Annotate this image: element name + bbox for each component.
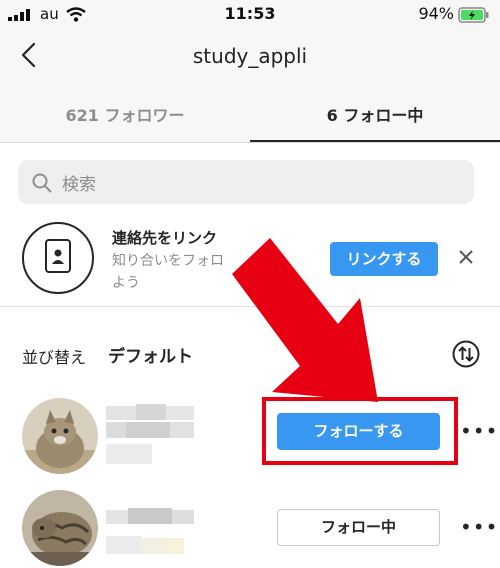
- more-options-icon[interactable]: •••: [460, 421, 498, 441]
- sort-value[interactable]: デフォルト: [108, 342, 193, 367]
- page-title: study_appli: [192, 44, 308, 68]
- contacts-title: 連絡先をリンク: [112, 229, 218, 247]
- more-options-icon[interactable]: •••: [460, 517, 498, 537]
- search-placeholder: 検索: [62, 175, 96, 195]
- red-arrow-annotation: [232, 238, 378, 402]
- contacts-subtitle: 知り合いをフォロ: [112, 253, 224, 269]
- search-icon: [32, 173, 52, 193]
- active-tab-indicator: [250, 140, 500, 142]
- contacts-subtitle-line2: よう: [112, 275, 140, 291]
- sort-icon[interactable]: [452, 340, 480, 368]
- avatar[interactable]: [22, 490, 98, 566]
- following-button[interactable]: フォロー中: [277, 509, 440, 546]
- tab-following[interactable]: 6 フォロー中: [250, 102, 500, 126]
- sort-label: 並び替え: [22, 348, 87, 367]
- battery-icon: [458, 7, 489, 23]
- close-icon[interactable]: [457, 248, 475, 266]
- battery-percent: 94%: [418, 4, 454, 23]
- tab-followers[interactable]: 621 フォロワー: [0, 102, 250, 126]
- contact-book-icon: [45, 239, 71, 273]
- blurred-username: [106, 508, 196, 562]
- avatar[interactable]: [22, 398, 98, 474]
- blurred-username: [106, 404, 196, 468]
- highlight-box: [262, 397, 458, 465]
